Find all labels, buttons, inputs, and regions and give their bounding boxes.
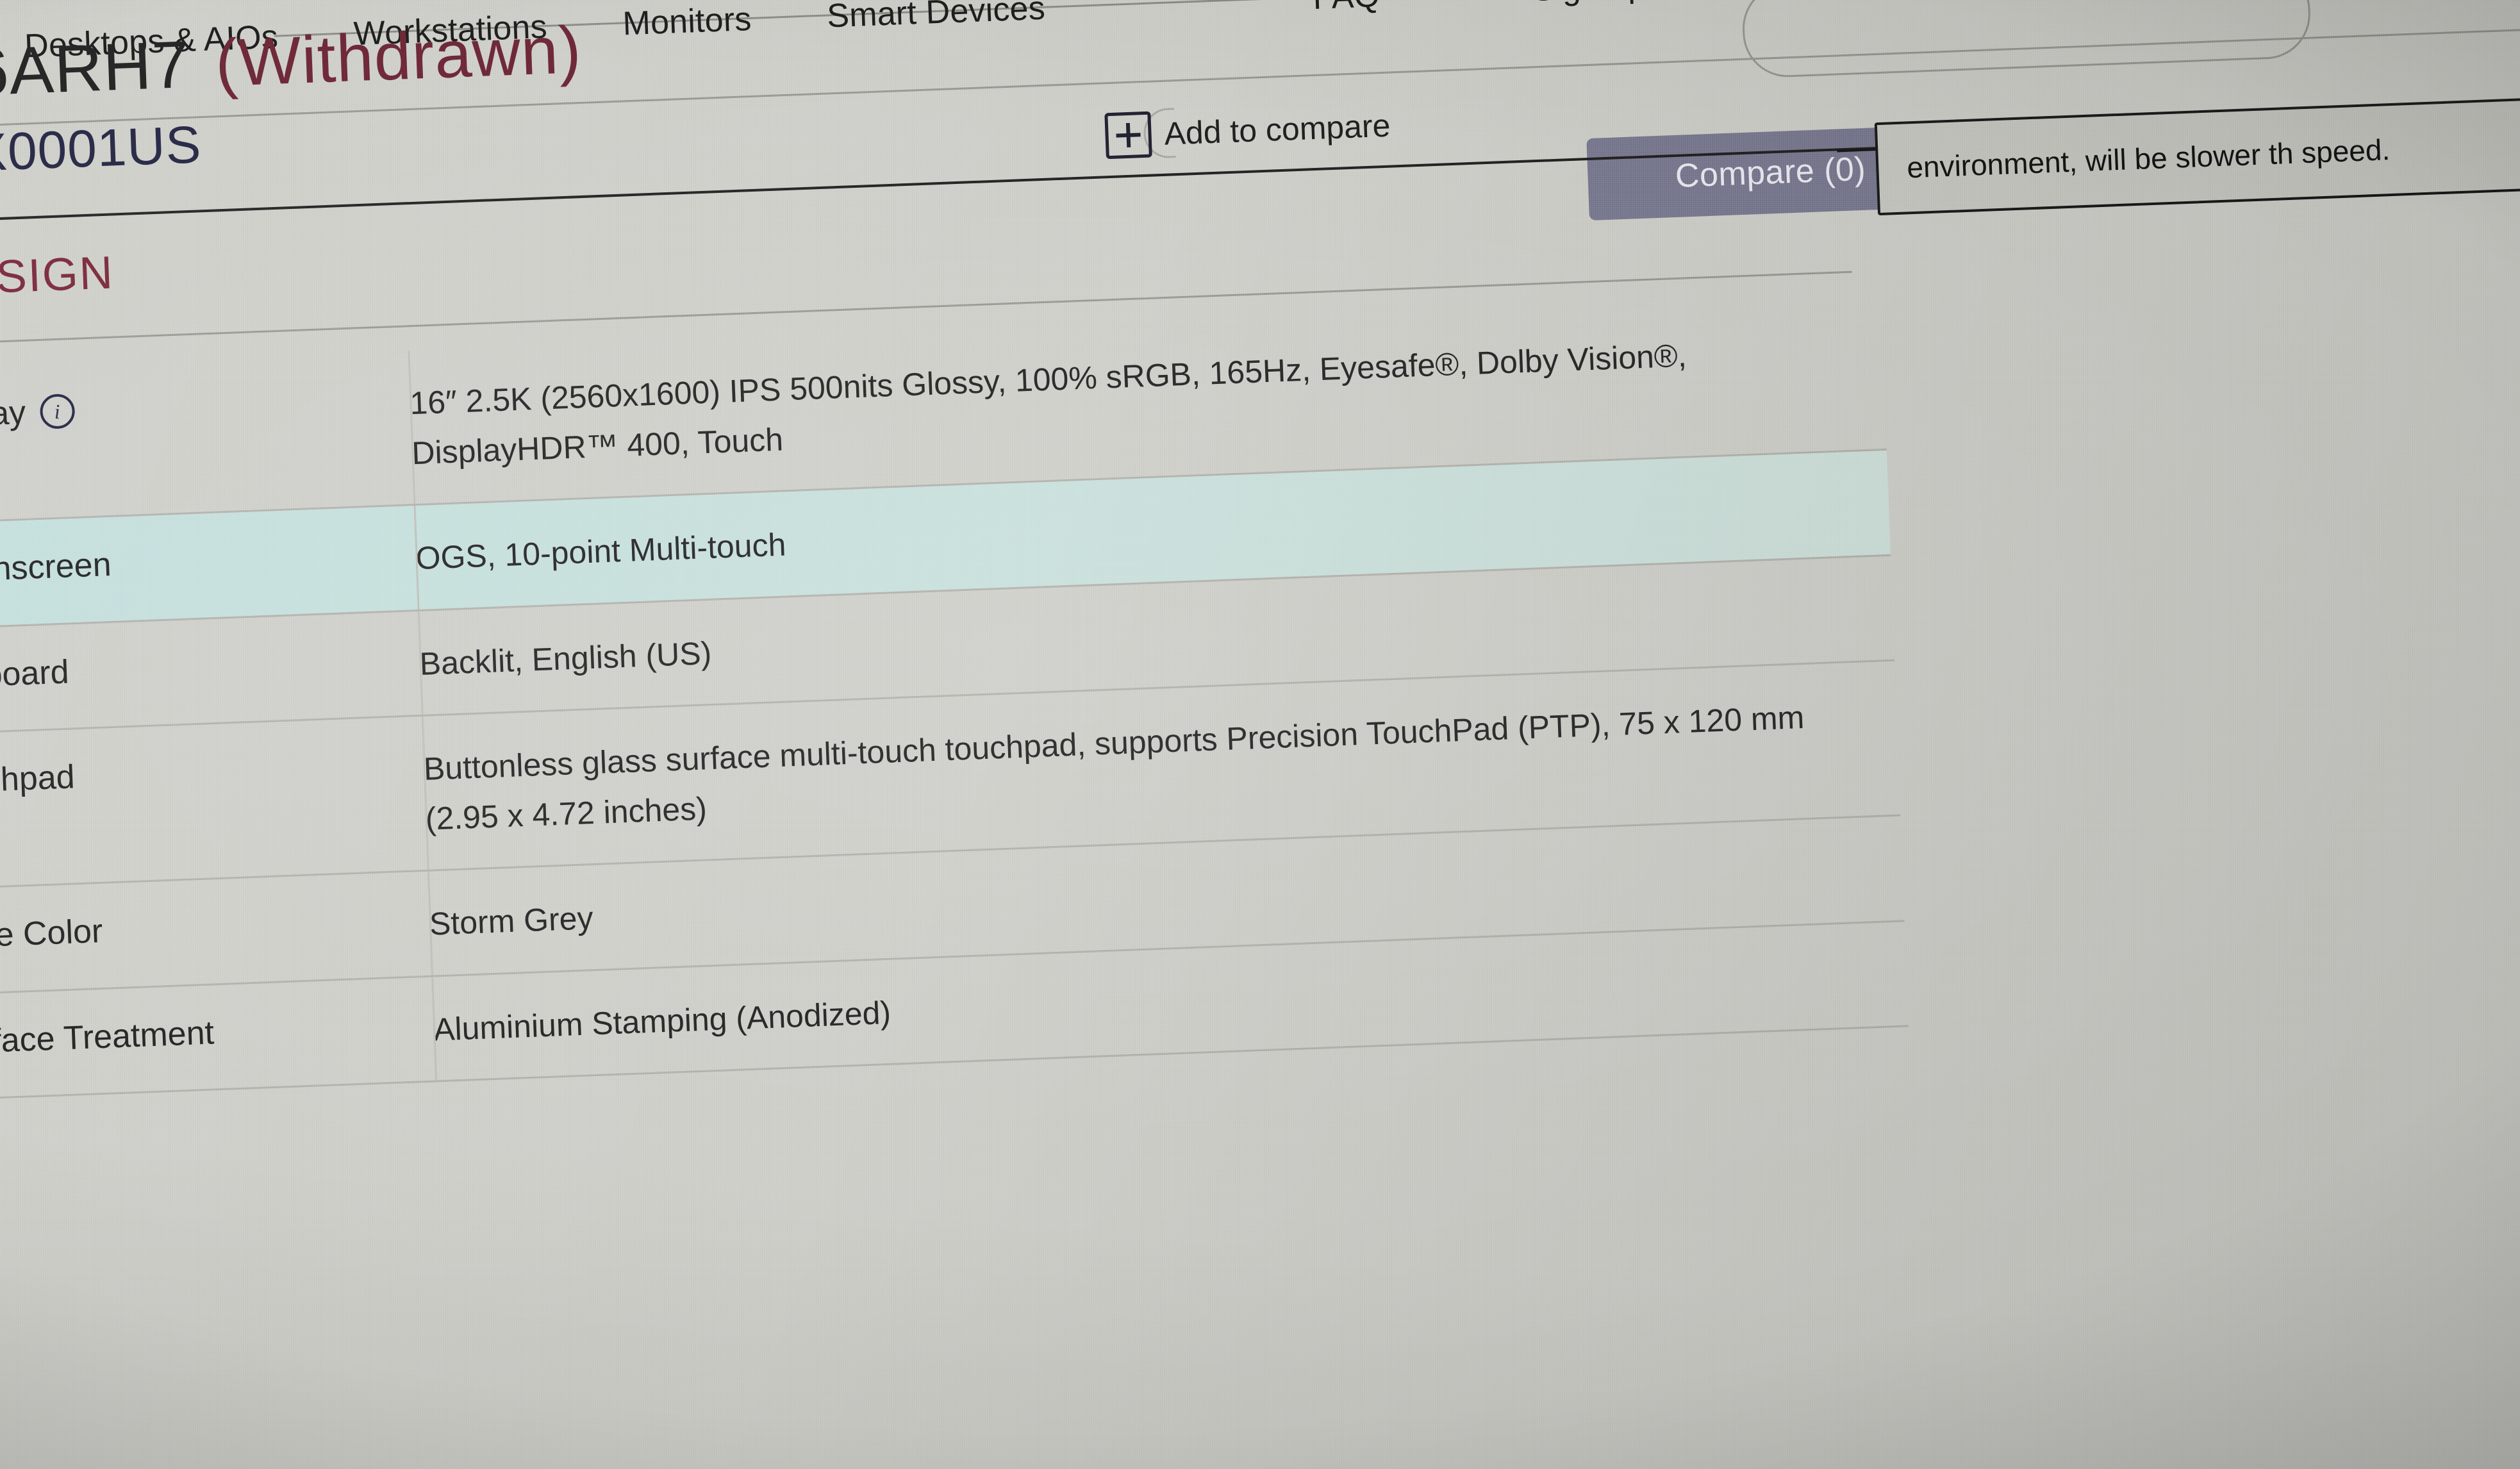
nav-item-smart-devices[interactable]: Smart Devices	[826, 0, 1046, 35]
info-icon[interactable]: i	[39, 393, 76, 429]
section-title-design: DESIGN	[0, 247, 115, 306]
spec-label-text: Keyboard	[0, 653, 70, 696]
spec-label-text: Touchscreen	[0, 545, 112, 590]
browser-viewport: Desktops & AIOs Workstations Monitors Sm…	[0, 0, 2520, 1469]
spec-label: Case Color	[0, 872, 431, 985]
info-tooltip-text: environment, will be slower th speed.	[1906, 133, 2391, 185]
screen-photo: Desktops & AIOs Workstations Monitors Sm…	[0, 0, 2520, 1469]
nav-item-monitors[interactable]: Monitors	[622, 0, 752, 43]
spec-label: Touchpad	[0, 717, 425, 830]
product-status-badge: (Withdrawn)	[213, 12, 583, 101]
spec-label: Surface Treatment	[0, 977, 435, 1090]
info-tooltip: environment, will be slower th speed.	[1874, 96, 2520, 215]
add-to-compare-label: Add to compare	[1163, 107, 1391, 152]
spec-label: Touchscreen	[0, 506, 417, 619]
nav-item-signup[interactable]: Sign up for N	[1532, 0, 1729, 9]
spec-label-text: Case Color	[0, 912, 104, 956]
spec-label: Keyboard	[0, 611, 421, 725]
product-part-number: X0001US	[0, 115, 203, 183]
spec-table: Display i 16″ 2.5K (2560x1600) IPS 500nits…	[0, 295, 1909, 1104]
spec-label-text: Surface Treatment	[0, 1013, 215, 1061]
spec-label: Display i	[0, 351, 411, 464]
spec-label-text: Display	[0, 394, 27, 436]
spec-label-text: Touchpad	[0, 758, 76, 801]
add-to-compare-control[interactable]: Add to compare	[1104, 103, 1391, 160]
product-model-name: 6ARH7	[0, 27, 191, 110]
plus-icon	[1104, 111, 1152, 160]
nav-item-faq[interactable]: FAQ	[1312, 0, 1380, 17]
